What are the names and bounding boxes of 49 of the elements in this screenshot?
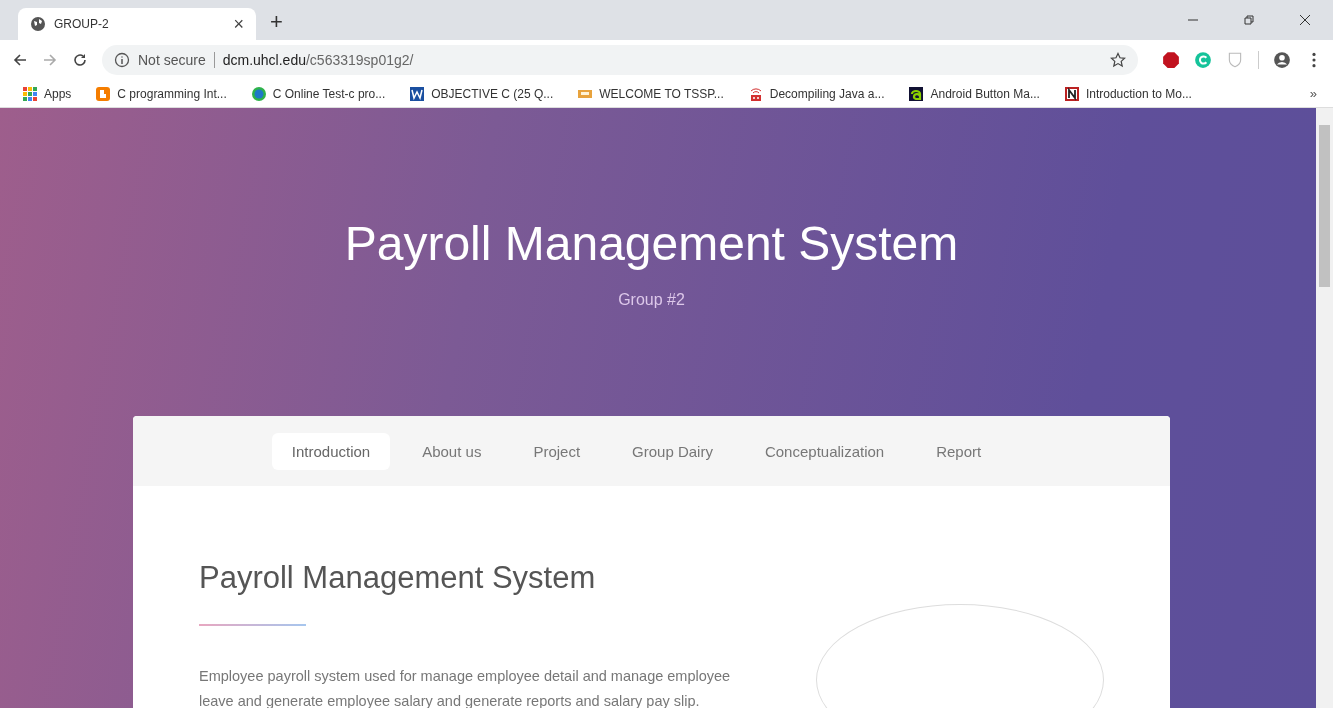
- bookmark-link[interactable]: Android Button Ma...: [908, 85, 1040, 102]
- apps-grid-icon: [22, 85, 38, 102]
- bookmark-label: C programming Int...: [117, 86, 227, 101]
- bookmark-link[interactable]: C Online Test-c pro...: [250, 85, 386, 102]
- page-subtitle: Group #2: [617, 291, 686, 309]
- reload-icon[interactable]: [72, 52, 88, 68]
- bookmark-link[interactable]: WELCOME TO TSSP...: [577, 85, 724, 102]
- bookmark-label: Introduction to Mo...: [1085, 86, 1192, 101]
- new-tab-button[interactable]: +: [270, 9, 283, 35]
- close-tab-button[interactable]: ×: [233, 13, 244, 35]
- nav-tab[interactable]: Project: [513, 432, 601, 470]
- address-bar[interactable]: Not secure dcm.uhcl.edu/c563319sp01g2/: [102, 45, 1138, 75]
- globe-icon: [30, 16, 46, 32]
- stop-sign-icon[interactable]: [1162, 51, 1180, 69]
- bookmark-link[interactable]: Decompiling Java a...: [747, 85, 885, 102]
- ring-icon: [250, 85, 267, 102]
- restore-icon[interactable]: [1243, 14, 1255, 26]
- info-icon: [114, 52, 130, 68]
- profile-icon[interactable]: [1273, 51, 1291, 69]
- nav-tab[interactable]: Group Dairy: [612, 432, 733, 470]
- section-heading: Payroll Management System: [199, 560, 597, 596]
- nav-tab[interactable]: Introduction: [271, 432, 391, 470]
- bookmark-link[interactable]: Introduction to Mo...: [1063, 85, 1192, 102]
- back-arrow-icon[interactable]: [12, 52, 28, 68]
- tab-title: GROUP-2: [54, 17, 110, 31]
- bookmark-label: Android Button Ma...: [930, 86, 1040, 101]
- nav-tab[interactable]: Report: [916, 432, 1002, 470]
- n-letter-icon: [1063, 85, 1080, 102]
- url-text: dcm.uhcl.edu/c563319sp01g2/: [222, 52, 414, 68]
- w-letter-icon: [409, 85, 426, 102]
- bookmark-label: OBJECTIVE C (25 Q...: [431, 86, 554, 101]
- bookmark-link[interactable]: Apps: [22, 85, 72, 102]
- nav-tab[interactable]: About us: [402, 432, 502, 470]
- bookmark-label: C Online Test-c pro...: [272, 86, 386, 101]
- page-title: Payroll Management System: [343, 216, 960, 271]
- nav-tab[interactable]: Conceptualization: [744, 432, 905, 470]
- a-letter-icon: [908, 85, 925, 102]
- rounded-square-icon: [95, 85, 112, 102]
- security-label: Not secure: [138, 52, 206, 68]
- bookmark-link[interactable]: OBJECTIVE C (25 Q...: [409, 85, 554, 102]
- bookmark-label: Decompiling Java a...: [769, 86, 885, 101]
- bookmark-link[interactable]: C programming Int...: [95, 85, 227, 102]
- bookmark-label: WELCOME TO TSSP...: [599, 86, 724, 101]
- star-icon[interactable]: [1110, 52, 1126, 68]
- bookmark-label: Apps: [44, 86, 72, 101]
- close-icon[interactable]: [1299, 14, 1311, 26]
- more-bookmarks-button[interactable]: »: [1309, 86, 1317, 101]
- browser-tab[interactable]: GROUP-2 ×: [18, 8, 256, 40]
- scrollbar[interactable]: [1316, 108, 1333, 708]
